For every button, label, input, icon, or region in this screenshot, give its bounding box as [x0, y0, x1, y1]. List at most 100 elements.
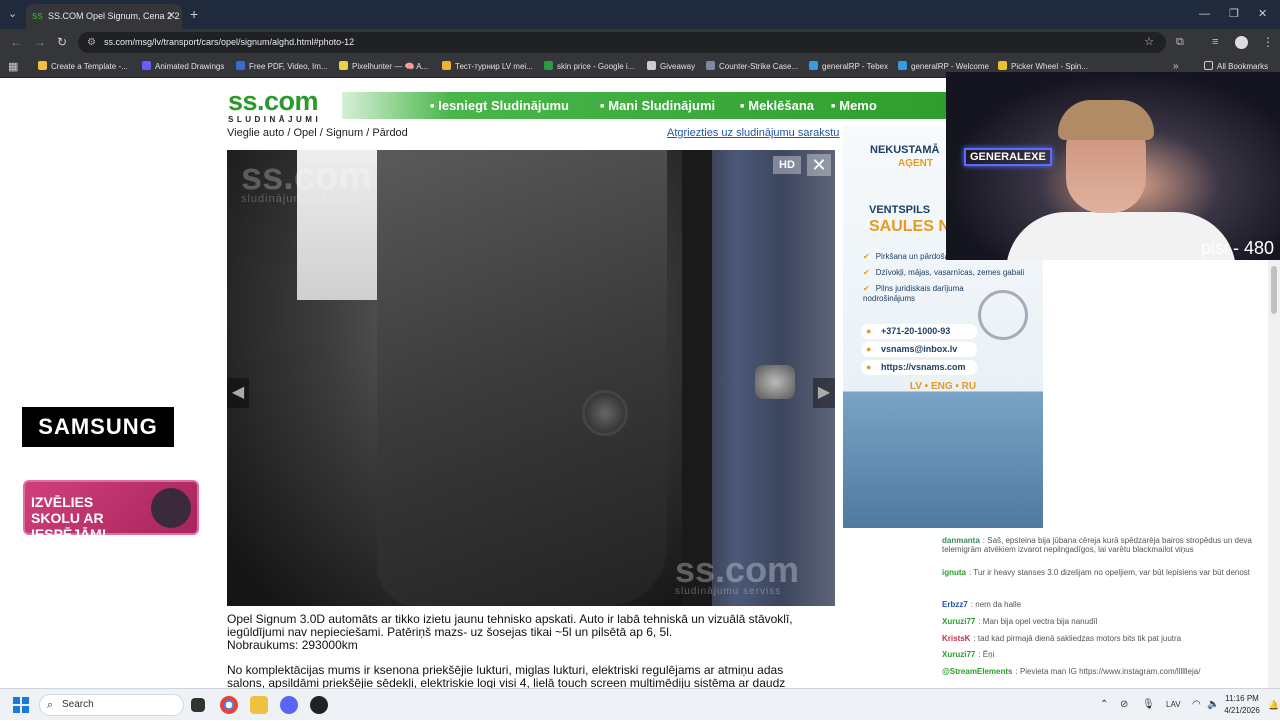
photo-watermark-sub: sludinājumu serviss — [675, 586, 782, 597]
chat-text: : Saš, epsteina bija jūbana cēreja kurā … — [942, 536, 1252, 554]
wifi-icon[interactable]: ◠ — [1192, 689, 1201, 721]
windows-start-icon[interactable] — [13, 697, 29, 713]
bookmark-icon — [998, 61, 1007, 70]
discord-icon[interactable] — [280, 696, 298, 714]
tab-strip: ⌄ SS SS.COM Opel Signum, Cena 2 2 ✕ + — … — [0, 0, 1280, 29]
logo-subtitle: SLUDINĀJUMI — [228, 115, 322, 124]
bookmark-label: Free PDF, Video, Im... — [249, 62, 328, 71]
taskbar-clock[interactable]: 11:16 PM 4/21/2026 — [1222, 693, 1262, 717]
back-to-list-link[interactable]: Atgriezties uz sludinājumu sarakstu — [667, 127, 839, 139]
tray-chevron-icon[interactable]: ⌃ — [1100, 689, 1108, 721]
tab-search-icon[interactable]: ⌄ — [8, 0, 17, 29]
task-view-icon[interactable] — [191, 698, 205, 712]
bookmark-item[interactable]: Тест-турнир LV mei... — [442, 56, 533, 78]
clock-date: 4/21/2026 — [1224, 706, 1260, 715]
language-indicator[interactable]: LAV — [1166, 689, 1181, 721]
samsung-ad[interactable]: SAMSUNG — [22, 407, 174, 447]
chat-user: Erbzz7 — [942, 600, 968, 609]
bookmark-item[interactable]: Giveaway — [647, 56, 695, 78]
tray-network-icon[interactable]: ⊘ — [1120, 689, 1128, 721]
ad-heading: NEKUSTAMĀ — [870, 144, 940, 156]
chat-user: @StreamElements — [942, 667, 1013, 676]
bookmark-label: Create a Template -... — [51, 62, 128, 71]
folder-icon — [1204, 61, 1213, 70]
hd-button[interactable]: HD — [773, 156, 801, 174]
keys-icon — [978, 290, 1028, 340]
bookmark-star-icon[interactable]: ☆ — [1144, 32, 1154, 53]
clock-time: 11:16 PM — [1225, 694, 1259, 703]
bookmark-item[interactable]: Free PDF, Video, Im... — [236, 56, 328, 78]
nav-memo[interactable]: Memo — [831, 92, 877, 120]
file-explorer-icon[interactable] — [250, 696, 268, 714]
nav-my-ads[interactable]: Mani Sludinājumi — [600, 92, 715, 120]
nav-submit-ad[interactable]: Iesniegt Sludinājumu — [430, 92, 569, 120]
minimize-icon[interactable]: — — [1199, 0, 1210, 29]
next-photo-icon[interactable]: ▶ — [813, 378, 835, 408]
ad-heading-2: AĢENT — [898, 158, 933, 169]
site-logo[interactable]: ss.com SLUDINĀJUMI — [228, 88, 340, 125]
chrome-icon[interactable] — [220, 696, 238, 714]
bookmark-item[interactable]: Pixelhunter — 🧠 A... — [339, 56, 428, 78]
tray-mic-icon[interactable]: 🎙 — [1142, 689, 1155, 721]
webcam-overlay: GENERALEXE pisi - 480 — [946, 72, 1280, 260]
chat-text: : Pievieta man IG https://www.instagram.… — [1015, 667, 1201, 676]
taskbar-search[interactable]: ⌕ Search — [39, 694, 184, 716]
obs-icon[interactable] — [310, 696, 328, 714]
mascot-image — [151, 488, 191, 528]
reload-icon[interactable]: ↻ — [57, 29, 67, 56]
ad-feature: Dzīvokļi, mājas, vasarnīcas, zemes gabal… — [863, 268, 1033, 278]
bookmark-label: generalRP - Welcome — [911, 62, 989, 71]
window-close-icon[interactable]: ✕ — [1258, 0, 1267, 29]
bookmark-icon — [706, 61, 715, 70]
extensions-icon[interactable]: ⧉ — [1176, 29, 1184, 56]
new-tab-icon[interactable]: + — [190, 0, 198, 29]
ad-email: vsnams@inbox.lv — [861, 342, 977, 357]
bookmark-label: Giveaway — [660, 62, 696, 71]
forward-icon[interactable]: → — [34, 29, 46, 56]
photo-watermark-sub: sludinājumu serviss — [241, 193, 356, 205]
bookmark-item[interactable]: Counter-Strike Case... — [706, 56, 798, 78]
bookmark-item[interactable]: skin price - Google i... — [544, 56, 634, 78]
bookmark-icon — [38, 61, 47, 70]
ad-feature: Pilns juridiskais darījuma nodrošinājums — [863, 284, 983, 304]
bookmark-item[interactable]: Animated Drawings — [142, 56, 224, 78]
school-ad[interactable]: IZVĒLIES SKOLU AR IESPĒJĀM! — [23, 480, 199, 542]
chat-message: Xuruzi77: Ēņi — [942, 650, 1268, 659]
breadcrumb[interactable]: Vieglie auto / Opel / Signum / Pārdod — [227, 127, 408, 139]
photo-latch — [755, 365, 795, 399]
notification-bell-icon[interactable]: 🔔 — [1268, 689, 1279, 721]
chat-user: danmanta — [942, 536, 980, 545]
chat-user: Xuruzi77 — [942, 617, 976, 626]
ad-phone: +371-20-1000-93 — [861, 324, 977, 339]
description-text: Opel Signum 3.0D automāts ar tikko iziet… — [227, 612, 793, 639]
ad-website: https://vsnams.com — [861, 360, 977, 375]
bookmark-label: generalRP - Tebex — [822, 62, 888, 71]
browser-tab[interactable]: SS SS.COM Opel Signum, Cena 2 2 ✕ — [26, 4, 182, 29]
photo-close-icon[interactable]: ✕ — [807, 154, 831, 176]
prev-photo-icon[interactable]: ◀ — [227, 378, 249, 408]
scrollbar-thumb[interactable] — [1271, 266, 1277, 314]
chat-message: danmanta: Saš, epsteina bija jūbana cēre… — [942, 536, 1268, 554]
menu-icon[interactable]: ⋮ — [1262, 29, 1274, 56]
profile-avatar[interactable] — [1235, 36, 1248, 49]
photo-pillar — [682, 150, 712, 606]
apps-icon[interactable]: ▦ — [8, 56, 18, 78]
webcam-person-hair — [1058, 100, 1154, 140]
nav-search[interactable]: Meklēšana — [740, 92, 814, 120]
media-icon[interactable]: ≡ — [1212, 29, 1218, 56]
page-scrollbar[interactable] — [1268, 260, 1280, 688]
tab-close-icon[interactable]: ✕ — [167, 4, 176, 29]
site-info-icon[interactable]: ⚙ — [87, 32, 96, 53]
listing-photo[interactable]: ss.com sludinājumu serviss ss.com sludin… — [227, 150, 835, 606]
volume-icon[interactable]: 🔈 — [1207, 689, 1219, 721]
all-bookmarks-label: All Bookmarks — [1217, 62, 1269, 71]
chat-text: : Ēņi — [978, 650, 995, 659]
address-bar[interactable]: ⚙ ss.com/msg/lv/transport/cars/opel/sign… — [78, 32, 1166, 53]
stream-overlay-text: pisi - 480 — [1200, 238, 1274, 258]
photo-seat-knob — [582, 390, 628, 436]
maximize-icon[interactable]: ❐ — [1229, 0, 1239, 29]
neon-sign: GENERALEXE — [964, 148, 1052, 166]
bookmark-item[interactable]: Create a Template -... — [38, 56, 128, 78]
back-icon[interactable]: ← — [10, 29, 22, 56]
bookmark-item[interactable]: generalRP - Tebex — [809, 56, 888, 78]
